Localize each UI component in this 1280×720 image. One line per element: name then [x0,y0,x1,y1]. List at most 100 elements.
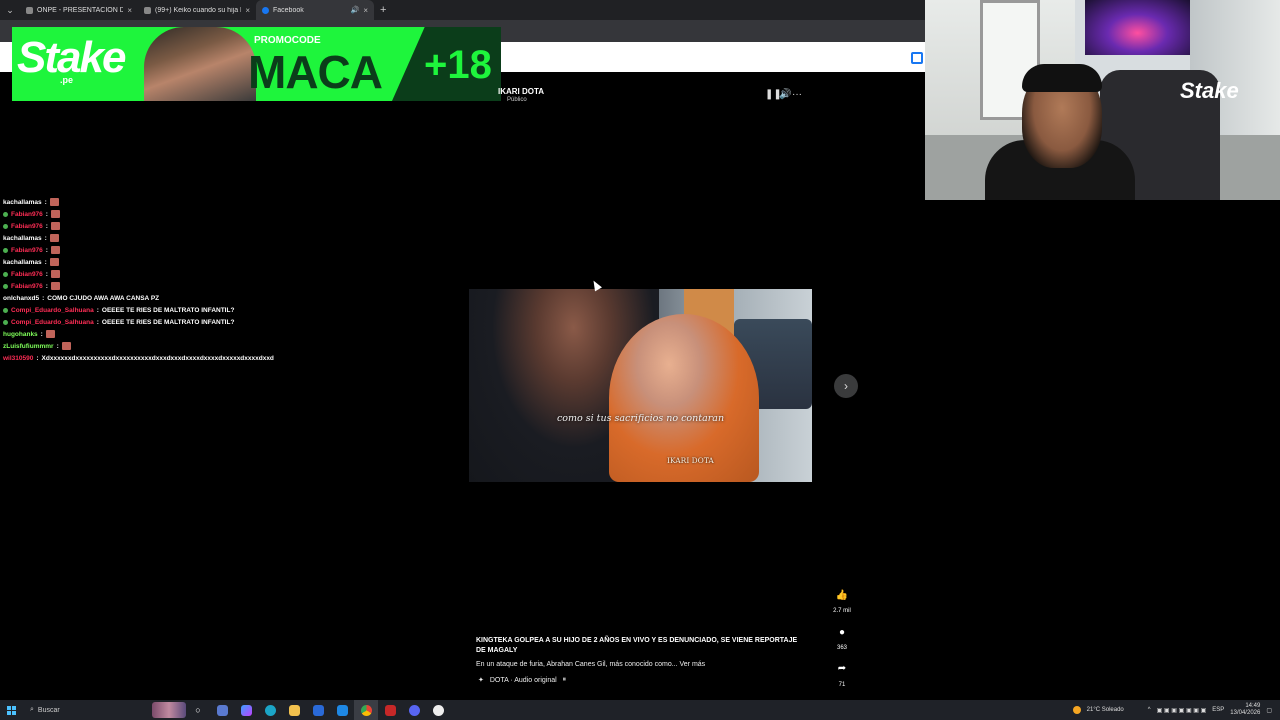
age-badge: +18 [424,43,492,87]
comment-count: 363 [836,645,847,651]
chat-message: kachallamas: [3,256,303,268]
fullscreen-icon[interactable] [911,52,923,64]
like-icon[interactable]: 👍 [833,590,851,601]
chat-separator: : [45,222,48,230]
share-count: 71 [838,682,846,688]
video-player[interactable]: como si tus sacrificios no contaran IKAR… [469,289,812,482]
chat-username[interactable]: kachallamas [3,199,42,206]
chat-separator: : [45,246,48,254]
tab-search-icon[interactable]: ⌄ [0,0,20,20]
clock-date: 13/04/2026 [1230,710,1261,716]
mail-icon[interactable] [330,700,354,720]
next-video-button[interactable]: › [834,374,858,398]
tray-chevron-icon[interactable]: ^ [1148,707,1151,713]
volume-icon[interactable]: 🔊 [779,89,791,100]
cam-poster [1085,0,1190,55]
chat-username[interactable]: kachallamas [3,235,42,242]
chat-username[interactable]: Fabian976 [11,271,43,278]
chrome-icon[interactable] [354,700,378,720]
copilot-icon[interactable] [234,700,258,720]
chat-separator: : [42,294,45,302]
chat-username[interactable]: Fabian976 [11,223,43,230]
comment-icon[interactable]: ● [833,627,851,638]
cam-stake-logo: Stake [1180,78,1239,103]
chat-username[interactable]: Fabian976 [11,211,43,218]
chat-text: OEEEE TE RIES DE MALTRATO INFANTIL? [101,318,235,326]
chat-message: hugohanks: [3,328,303,340]
weather-sun-icon [1072,706,1081,714]
like-count: 2.7 mil [833,608,851,614]
chat-message: Fabian976: [3,208,303,220]
chat-separator: : [45,270,48,278]
chat-text: Xdxxxxxxdxxxxxxxxxxdxxxxxxxxxxdxxxdxxxdx… [41,354,274,362]
chat-message: wil310590: Xdxxxxxxdxxxxxxxxxxdxxxxxxxxxx… [3,352,303,364]
chat-badge-icon [3,247,8,253]
new-tab-button[interactable]: + [374,4,392,16]
tab-facebook[interactable]: Facebook 🔊 × [256,0,374,20]
chat-emote-icon [49,198,59,206]
tray-apps-icon[interactable]: ▣ ▣ ▣ ▣ ▣ ▣ ▣ [1157,707,1207,714]
tab-onpe[interactable]: ONPE - PRESENTACIÓN DE RES × [20,0,138,20]
chat-badge-icon [3,223,8,229]
widgets-icon[interactable] [210,700,234,720]
chat-username[interactable]: wil310590 [3,355,33,362]
chat-separator: : [36,354,39,362]
video-watermark: IKARI DOTA [667,456,714,465]
chat-badge-icon [3,307,8,313]
cam-streamer-hair [1022,64,1102,92]
chat-username[interactable]: kachallamas [3,259,42,266]
chat-emote-icon [50,210,60,218]
clock[interactable]: 14:49 13/04/2026 [1230,703,1260,717]
share-icon[interactable]: ➦ [833,663,851,674]
post-description[interactable]: En un ataque de furia, Abrahan Canes Gil… [476,661,705,668]
banner-fine-print [17,89,117,97]
chat-emote-icon [49,258,59,266]
obs-icon[interactable] [426,700,450,720]
tab-close-icon[interactable]: × [245,6,250,15]
webcam-overlay: Stake [925,0,1280,200]
app-red-icon[interactable] [378,700,402,720]
weather-text[interactable]: 21°C Soleado [1087,707,1124,713]
stream-chat: kachallamas: Fabian976: Fabian976: kachalla… [3,196,303,364]
post-privacy: Público [507,97,527,103]
chat-username[interactable]: Fabian976 [11,283,43,290]
post-author[interactable]: IKARI DOTA [498,87,544,96]
chat-badge-icon [3,271,8,277]
chat-username[interactable]: zLuisfufiummmr [3,343,54,350]
taskbar-search[interactable]: ⌕ Buscar [26,702,126,718]
speaker-icon[interactable]: 🔊 [351,6,360,14]
audio-attribution[interactable]: ✦ DOTA · Audio original ⏸ [478,676,566,684]
notifications-icon[interactable]: ▢ [1266,707,1272,714]
chat-username[interactable]: Fabian976 [11,247,43,254]
chat-message: kachallamas: [3,232,303,244]
tab-keiko[interactable]: (99+) Keiko cuando su hija Kiara × [138,0,256,20]
chat-username[interactable]: onlchanxd5 [3,295,39,302]
store-icon[interactable] [306,700,330,720]
chevron-right-icon: › [844,379,848,393]
chat-username[interactable]: hugohanks [3,331,38,338]
banner-person-image [144,27,256,101]
edge-icon[interactable] [258,700,282,720]
discord-icon[interactable] [402,700,426,720]
search-highlight-image[interactable] [152,702,186,718]
chat-separator: : [96,318,99,326]
chat-username[interactable]: Compi_Eduardo_Salhuana [11,319,94,326]
task-view-icon[interactable]: ○ [186,700,210,720]
audio-label: DOTA · Audio original [489,676,557,684]
video-caption: como si tus sacrificios no contaran [556,413,725,424]
tab-title: Facebook [273,6,304,14]
chat-username[interactable]: Compi_Eduardo_Salhuana [11,307,94,314]
chat-separator: : [44,258,47,266]
chat-message: Fabian976: [3,280,303,292]
windows-start-icon[interactable] [0,700,22,720]
chat-message: Fabian976: [3,244,303,256]
tab-title: (99+) Keiko cuando su hija Kiara [155,6,241,14]
chat-emote-icon [45,330,55,338]
tab-close-icon[interactable]: × [363,6,368,15]
language-indicator[interactable]: ESP [1212,707,1224,713]
audio-bars-icon: ⏸ [562,676,567,683]
chat-emote-icon [49,234,59,242]
tab-close-icon[interactable]: × [127,6,132,15]
file-explorer-icon[interactable] [282,700,306,720]
more-options-icon[interactable]: ··· [792,89,802,100]
